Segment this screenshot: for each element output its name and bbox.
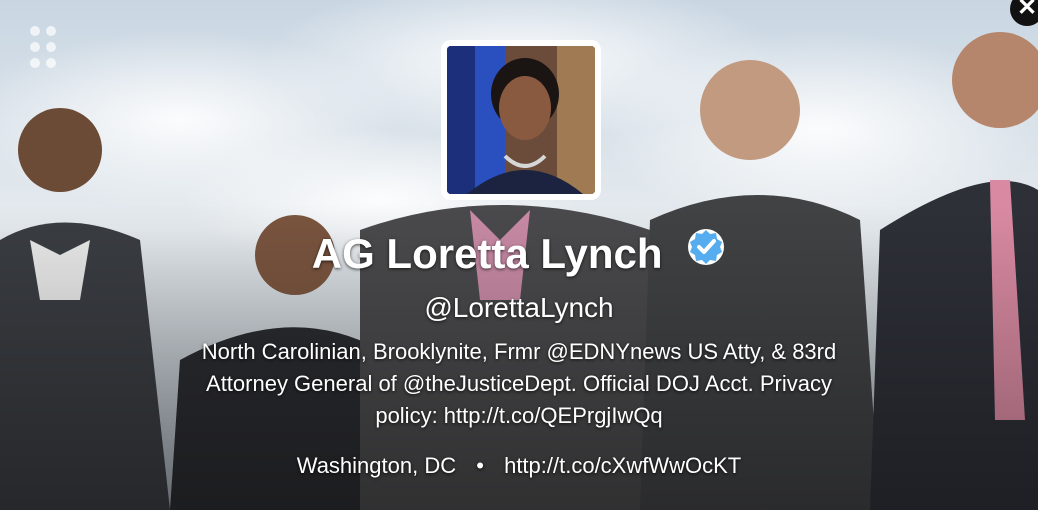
profile-handle[interactable]: @LorettaLynch [0,288,1038,328]
profile-name: AG Loretta Lynch [311,230,663,277]
bio-line: North Carolinian, Brooklynite, Frmr @EDN… [201,339,837,364]
profile-bio: North Carolinian, Brooklynite, Frmr @EDN… [110,336,928,432]
profile-location: Washington, DC [296,453,457,478]
grid-dots-icon[interactable] [30,26,58,68]
close-icon: ✕ [1016,0,1038,21]
profile-url-link[interactable]: http://t.co/cXwfWwOcKT [504,453,741,478]
profile-avatar[interactable] [441,40,601,200]
verified-badge-icon [686,223,726,283]
bio-line: Attorney General of @theJusticeDept. Off… [206,371,832,396]
avatar-image [447,46,595,194]
meta-separator: • [476,453,484,478]
profile-meta: Washington, DC • http://t.co/cXwfWwOcKT [0,450,1038,482]
profile-name-row: AG Loretta Lynch [0,224,1038,284]
profile-header-card: ✕ AG Loretta Lynch @LorettaLynch North C… [0,0,1038,510]
bio-line: policy: http://t.co/QEPrgjIwQq [375,403,663,428]
